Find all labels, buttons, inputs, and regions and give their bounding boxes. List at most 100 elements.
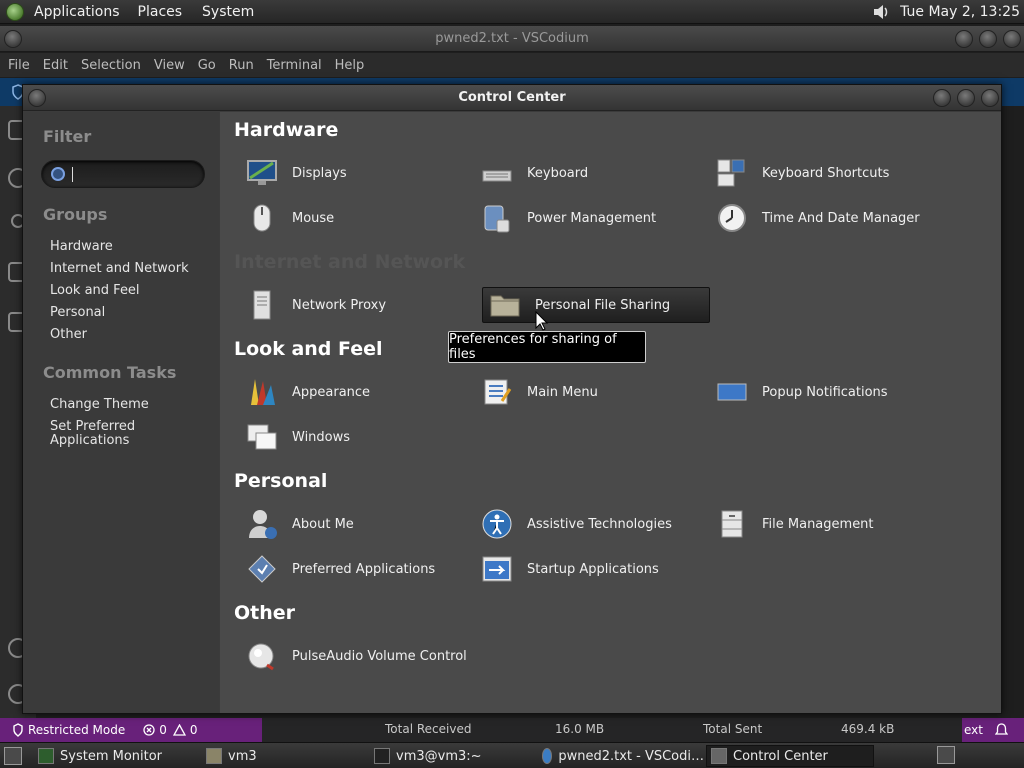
top-panel: Applications Places System Tue May 2, 13…: [0, 0, 1024, 24]
system-menu[interactable]: System: [202, 4, 254, 20]
item-personal-file-sharing[interactable]: Personal File Sharing: [482, 287, 710, 323]
warning-count[interactable]: 0: [190, 723, 198, 737]
text-caret: [72, 167, 73, 182]
show-desktop-icon[interactable]: [4, 747, 22, 765]
control-center-maximize-button[interactable]: [957, 89, 975, 107]
item-mouse[interactable]: Mouse: [234, 200, 462, 236]
item-startup-applications[interactable]: Startup Applications: [469, 551, 697, 587]
task-set-preferred-applications[interactable]: Set Preferred Applications: [50, 420, 135, 448]
menu-go[interactable]: Go: [198, 58, 216, 73]
home-folder-icon: [206, 748, 222, 764]
task-change-theme[interactable]: Change Theme: [50, 398, 149, 412]
network-proxy-icon: [246, 289, 278, 321]
status-bar-right: ext: [962, 718, 1024, 742]
display-icon: [246, 157, 278, 189]
filter-search-field[interactable]: [41, 160, 205, 188]
error-icon: [143, 724, 155, 736]
mate-logo-icon[interactable]: [6, 2, 24, 21]
taskbar-item-control-center[interactable]: Control Center: [706, 745, 874, 767]
tooltip: Preferences for sharing of files: [448, 331, 646, 363]
group-link-personal[interactable]: Personal: [50, 306, 105, 320]
error-count[interactable]: 0: [159, 723, 167, 737]
menu-run[interactable]: Run: [229, 58, 254, 73]
file-management-icon: [716, 508, 748, 540]
control-center-minimize-button[interactable]: [933, 89, 951, 107]
vscodium-close-button[interactable]: [1003, 30, 1021, 48]
taskbar-item-vscodium[interactable]: pwned2.txt - VSCodi…: [538, 745, 704, 767]
item-main-menu[interactable]: Main Menu: [469, 374, 697, 410]
vscodium-titlebar[interactable]: pwned2.txt - VSCodium: [0, 26, 1024, 52]
taskbar-item-vm3[interactable]: vm3: [202, 745, 366, 767]
group-link-other[interactable]: Other: [50, 328, 87, 342]
item-about-me[interactable]: About Me: [234, 506, 462, 542]
workspace-switcher-icon[interactable]: [937, 746, 955, 764]
item-windows[interactable]: Windows: [234, 419, 462, 455]
item-keyboard[interactable]: Keyboard: [469, 155, 697, 191]
menu-view[interactable]: View: [154, 58, 185, 73]
item-network-proxy[interactable]: Network Proxy: [234, 287, 462, 323]
item-assistive-technologies[interactable]: Assistive Technologies: [469, 506, 697, 542]
control-center-window: Control Center Filter Groups Hardware In…: [22, 84, 1002, 714]
status-right-text[interactable]: ext: [964, 723, 983, 737]
places-menu[interactable]: Places: [138, 4, 183, 20]
pulseaudio-icon: [246, 640, 278, 672]
item-displays[interactable]: Displays: [234, 155, 462, 191]
notifications-bell-icon[interactable]: [994, 723, 1008, 737]
filter-heading: Filter: [43, 127, 92, 146]
terminal-icon: [374, 748, 390, 764]
item-popup-notifications[interactable]: Popup Notifications: [704, 374, 932, 410]
clock-icon: [716, 202, 748, 234]
taskbar-item-terminal[interactable]: vm3@vm3:~: [370, 745, 534, 767]
control-center-title: Control Center: [458, 90, 566, 105]
total-received-value: 16.0 MB: [555, 722, 605, 736]
vscodium-menu-button[interactable]: [4, 30, 22, 48]
control-center-titlebar[interactable]: Control Center: [23, 85, 1001, 111]
total-sent-value: 469.4 kB: [841, 722, 895, 736]
keyboard-shortcuts-icon: [716, 157, 748, 189]
total-sent-label: Total Sent: [703, 722, 763, 736]
main-menu-icon: [481, 376, 513, 408]
filter-search-input[interactable]: [76, 165, 196, 185]
warning-icon: [172, 724, 186, 736]
section-title-other: Other: [234, 602, 296, 624]
status-bar-left: Restricted Mode 0 0: [0, 718, 262, 742]
control-center-close-button[interactable]: [981, 89, 999, 107]
group-link-look-feel[interactable]: Look and Feel: [50, 284, 140, 298]
menu-terminal[interactable]: Terminal: [267, 58, 322, 73]
menu-selection[interactable]: Selection: [81, 58, 141, 73]
item-appearance[interactable]: Appearance: [234, 374, 462, 410]
folder-share-icon: [489, 289, 521, 321]
section-title-hardware: Hardware: [234, 119, 339, 141]
about-me-icon: [246, 508, 278, 540]
accessibility-icon: [481, 508, 513, 540]
mouse-cursor-icon: [535, 311, 549, 331]
section-title-personal: Personal: [234, 470, 328, 492]
bottom-taskbar: System Monitor vm3 vm3@vm3:~ pwned2.txt …: [0, 742, 1024, 768]
applications-menu[interactable]: Applications: [34, 4, 120, 20]
search-icon: [51, 167, 65, 181]
menu-help[interactable]: Help: [335, 58, 365, 73]
item-keyboard-shortcuts[interactable]: Keyboard Shortcuts: [704, 155, 932, 191]
item-power-management[interactable]: Power Management: [469, 200, 697, 236]
group-link-internet-network[interactable]: Internet and Network: [50, 262, 189, 276]
clock[interactable]: Tue May 2, 13:25: [900, 4, 1020, 20]
restricted-mode-status[interactable]: Restricted Mode: [28, 723, 125, 737]
vscodium-minimize-button[interactable]: [955, 30, 973, 48]
item-file-management[interactable]: File Management: [704, 506, 932, 542]
power-management-icon: [481, 202, 513, 234]
volume-icon[interactable]: [870, 1, 892, 23]
system-monitor-icon: [38, 748, 54, 764]
control-center-menu-button[interactable]: [28, 89, 46, 107]
common-tasks-heading: Common Tasks: [43, 363, 177, 382]
group-link-hardware[interactable]: Hardware: [50, 240, 113, 254]
vscodium-maximize-button[interactable]: [979, 30, 997, 48]
item-preferred-applications[interactable]: Preferred Applications: [234, 551, 462, 587]
item-pulseaudio-volume-control[interactable]: PulseAudio Volume Control: [234, 638, 494, 674]
startup-apps-icon: [481, 553, 513, 585]
appearance-icon: [246, 376, 278, 408]
item-time-date[interactable]: Time And Date Manager: [704, 200, 932, 236]
menu-edit[interactable]: Edit: [43, 58, 68, 73]
taskbar-item-system-monitor[interactable]: System Monitor: [34, 745, 198, 767]
control-center-sidebar: Filter Groups Hardware Internet and Netw…: [23, 112, 219, 713]
menu-file[interactable]: File: [8, 58, 30, 73]
